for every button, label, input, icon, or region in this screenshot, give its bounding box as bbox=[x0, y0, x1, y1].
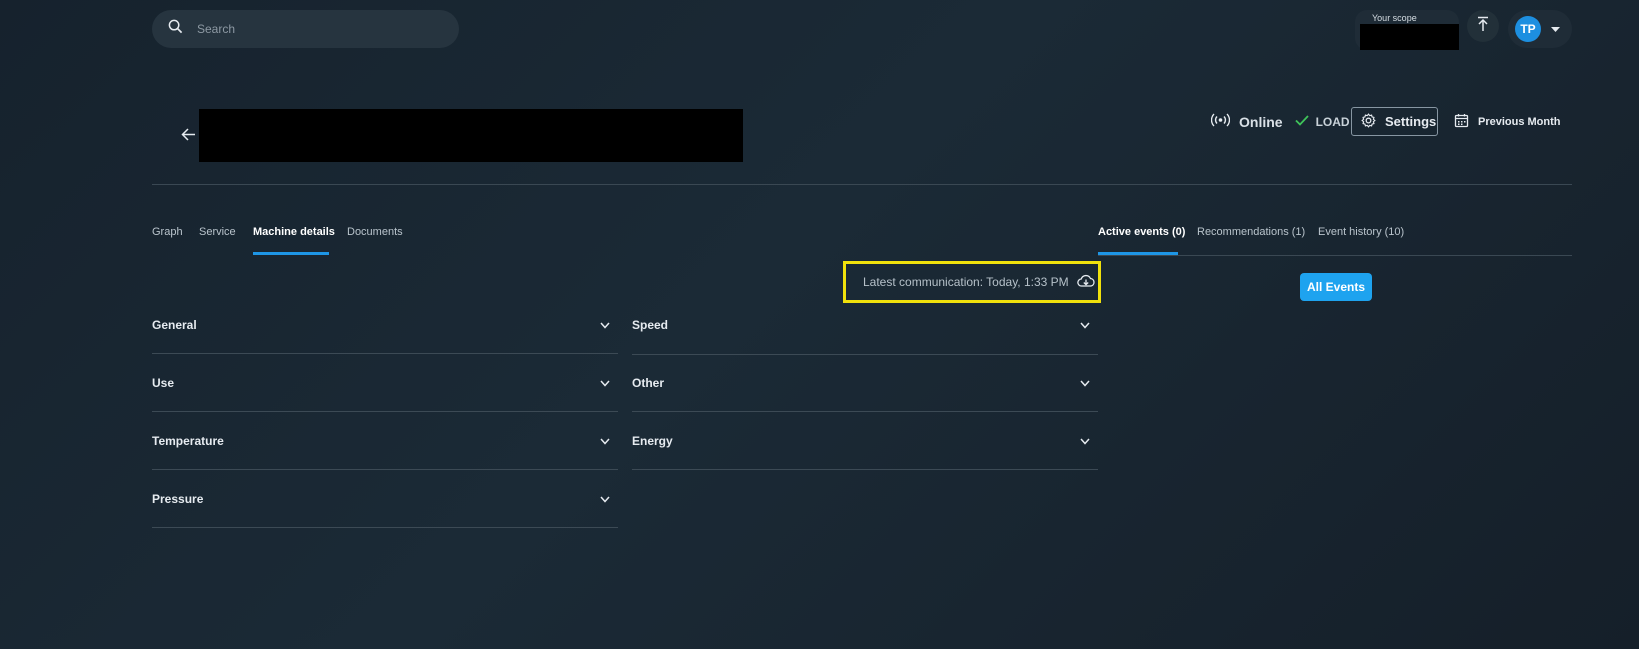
active-events-tab-indicator bbox=[1098, 252, 1178, 255]
section-other[interactable]: Other bbox=[632, 354, 1098, 412]
left-sections: General Use Temperature Pressure bbox=[152, 296, 618, 528]
checkmark-icon bbox=[1294, 113, 1309, 131]
tab-graph[interactable]: Graph bbox=[152, 226, 183, 238]
cloud-download-icon[interactable] bbox=[1076, 274, 1095, 291]
tab-machine-details[interactable]: Machine details bbox=[253, 226, 335, 238]
section-use[interactable]: Use bbox=[152, 354, 618, 412]
scope-label: Your scope bbox=[1372, 13, 1417, 23]
chevron-down-icon bbox=[600, 434, 610, 448]
arrow-left-icon bbox=[180, 128, 196, 146]
section-label: Use bbox=[152, 375, 175, 390]
signal-icon bbox=[1210, 113, 1231, 132]
all-events-button[interactable]: All Events bbox=[1300, 273, 1372, 301]
section-label: Pressure bbox=[152, 491, 204, 506]
latest-communication-text: Latest communication: Today, 1:33 PM bbox=[863, 275, 1069, 289]
calendar-icon bbox=[1454, 113, 1469, 131]
status-indicators: Online LOAD bbox=[1210, 107, 1350, 137]
tab-recommendations[interactable]: Recommendations (1) bbox=[1197, 226, 1305, 238]
chevron-down-icon bbox=[600, 376, 610, 390]
section-label: General bbox=[152, 317, 197, 332]
search-input[interactable] bbox=[197, 22, 427, 36]
caret-down-icon[interactable] bbox=[1551, 20, 1560, 38]
online-status: Online bbox=[1239, 114, 1283, 130]
section-label: Energy bbox=[632, 433, 673, 448]
events-tabs-divider bbox=[1098, 255, 1572, 256]
period-selector[interactable]: Previous Month bbox=[1454, 111, 1561, 133]
chevron-down-icon bbox=[600, 492, 610, 506]
period-label: Previous Month bbox=[1478, 116, 1561, 128]
chevron-down-icon bbox=[600, 318, 610, 332]
tab-active-events[interactable]: Active events (0) bbox=[1098, 226, 1185, 238]
load-status: LOAD bbox=[1315, 115, 1350, 129]
gear-icon bbox=[1361, 112, 1376, 131]
right-sections: Speed Other Energy bbox=[632, 296, 1098, 470]
tab-service[interactable]: Service bbox=[199, 226, 236, 238]
user-menu[interactable]: TP bbox=[1508, 10, 1572, 48]
header-divider bbox=[152, 184, 1572, 185]
chevron-down-icon bbox=[1080, 376, 1090, 390]
section-energy[interactable]: Energy bbox=[632, 412, 1098, 470]
search-icon bbox=[168, 19, 183, 39]
tab-event-history[interactable]: Event history (10) bbox=[1318, 226, 1404, 238]
section-label: Other bbox=[632, 376, 665, 390]
search-bar[interactable] bbox=[152, 10, 459, 48]
section-label: Temperature bbox=[152, 433, 224, 448]
upload-icon bbox=[1476, 16, 1490, 37]
section-general[interactable]: General bbox=[152, 296, 618, 354]
chevron-down-icon bbox=[1080, 434, 1090, 448]
tab-documents[interactable]: Documents bbox=[347, 226, 403, 238]
section-pressure[interactable]: Pressure bbox=[152, 470, 618, 528]
chevron-down-icon bbox=[1080, 318, 1090, 332]
scope-value-redacted bbox=[1360, 24, 1459, 50]
machine-title-redacted bbox=[199, 109, 743, 162]
back-button[interactable] bbox=[178, 127, 198, 147]
active-tab-indicator bbox=[253, 252, 329, 255]
upload-button[interactable] bbox=[1467, 10, 1499, 42]
section-speed[interactable]: Speed bbox=[632, 296, 1098, 354]
avatar[interactable]: TP bbox=[1515, 16, 1541, 42]
section-label: Speed bbox=[632, 318, 669, 332]
settings-label: Settings bbox=[1385, 114, 1437, 129]
section-temperature[interactable]: Temperature bbox=[152, 412, 618, 470]
settings-button[interactable]: Settings bbox=[1351, 107, 1438, 136]
